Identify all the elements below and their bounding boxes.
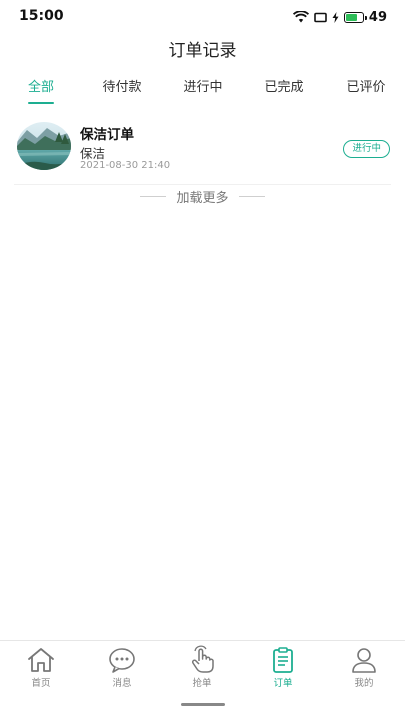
status-icons: 49 (292, 8, 387, 26)
battery-icon (343, 11, 367, 23)
nav-label: 订单 (273, 678, 293, 689)
nav-home[interactable]: 首页 (11, 645, 71, 691)
screen-icon (314, 12, 327, 22)
status-badge: 进行中 (343, 140, 390, 158)
charging-icon (332, 11, 339, 23)
nav-label: 我的 (354, 678, 374, 689)
home-indicator (181, 703, 225, 706)
order-card[interactable]: 保洁订单 保洁 2021-08-30 21:40 进行中 (14, 118, 391, 185)
tab-label: 已完成 (264, 80, 304, 95)
order-tabs: 全部 待付款 进行中 已完成 已评价 (0, 78, 405, 108)
hand-tap-icon (191, 645, 214, 673)
page-title: 订单记录 (168, 41, 237, 61)
tab-in-progress[interactable]: 进行中 (177, 78, 229, 108)
battery-level: 49 (368, 9, 387, 25)
home-icon (28, 648, 54, 672)
user-icon (352, 648, 376, 673)
nav-grab-order[interactable]: 抢单 (172, 645, 232, 691)
nav-orders[interactable]: 订单 (253, 645, 313, 691)
bottom-nav: 首页 消息 抢单 订单 我的 (0, 640, 405, 697)
tab-reviewed[interactable]: 已评价 (340, 78, 392, 108)
load-more[interactable]: 加载更多 (0, 186, 405, 206)
divider-left (140, 195, 167, 197)
battery-fill (345, 13, 357, 21)
tab-label: 已评价 (346, 80, 386, 95)
status-bar: 15:00 49 (0, 0, 405, 34)
order-title: 保洁订单 (80, 127, 134, 143)
nav-label: 消息 (112, 678, 132, 689)
nav-label: 抢单 (192, 678, 212, 689)
tab-pending-payment[interactable]: 待付款 (96, 78, 148, 108)
chat-icon (109, 648, 135, 673)
order-time: 2021-08-30 21:40 (80, 160, 171, 171)
nav-profile[interactable]: 我的 (334, 645, 394, 691)
tab-label: 全部 (27, 80, 54, 95)
tab-active-underline (28, 102, 54, 104)
tab-label: 待付款 (102, 80, 142, 95)
nav-messages[interactable]: 消息 (92, 645, 152, 691)
tab-completed[interactable]: 已完成 (258, 78, 310, 108)
order-thumbnail (17, 122, 71, 170)
screen: 15:00 49 订单记录 全部 待付款 进行中 已完成 已评价 保洁订单 保洁… (0, 0, 405, 720)
tab-label: 进行中 (183, 80, 223, 95)
divider-right (238, 195, 265, 197)
load-more-label: 加载更多 (176, 190, 229, 206)
battery-tip (364, 15, 367, 20)
nav-label: 首页 (31, 678, 51, 689)
tab-all[interactable]: 全部 (20, 78, 62, 108)
wifi-icon (292, 11, 309, 23)
clipboard-icon (273, 647, 293, 673)
status-time: 15:00 (19, 8, 64, 24)
